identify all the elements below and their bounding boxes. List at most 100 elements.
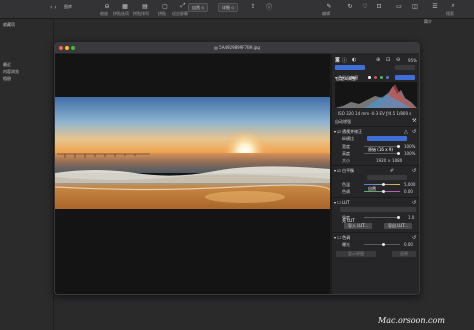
aspect-label: 纵横比	[342, 136, 354, 141]
view-mode-select[interactable]: 自然 ◇	[188, 3, 209, 12]
auto-enhance-label: 自动增强	[335, 119, 351, 124]
divider	[332, 165, 419, 166]
detail-select[interactable]: 详细 ◇	[218, 3, 239, 12]
width-label: 宽度	[342, 144, 350, 149]
reset-icon[interactable]: ↺	[412, 129, 416, 135]
toolbar-label: 拼贴排列	[133, 11, 149, 16]
exposure-label: 曝光	[342, 242, 350, 247]
nav-arrows-icon[interactable]: ‹ ›	[50, 4, 57, 11]
height-value: 100%	[404, 151, 416, 156]
info-icon[interactable]: ⓘ	[262, 2, 276, 11]
list-icon[interactable]: ☰	[428, 2, 442, 10]
sidebar-toggle-icon[interactable]: ◫	[408, 2, 422, 10]
zoom-in-icon[interactable]: ⊕	[376, 57, 380, 63]
tint-slider[interactable]	[364, 190, 400, 193]
slider-knob[interactable]	[382, 243, 385, 246]
panel-icon[interactable]: ▭	[392, 2, 406, 10]
photo-canvas[interactable]	[55, 54, 330, 294]
sidebar: 收藏项 最近 内容浏览 相册	[0, 19, 54, 330]
sidebar-title: 收藏项	[3, 22, 15, 27]
aspect-select-value: 原始 (16 x 9)	[368, 147, 393, 152]
sidebar-item-albums[interactable]: 相册	[3, 76, 11, 82]
histogram-mode-select[interactable]	[395, 75, 415, 80]
tile-arrange-icon[interactable]: ▤	[138, 2, 152, 10]
info-panel-title: 简介	[424, 19, 432, 24]
export-lut-button[interactable]: 导出 LUT...	[384, 223, 412, 229]
sidebar-item-browse[interactable]: 内容浏览	[3, 69, 19, 75]
toolbar-label: 搜索	[446, 11, 454, 16]
zoom-tool-icon[interactable]: ⊖	[100, 2, 114, 10]
red-channel-icon[interactable]	[374, 76, 377, 79]
tile-icon[interactable]: ▢	[158, 2, 172, 10]
divider	[332, 126, 419, 127]
revert-button[interactable]: 还原	[392, 251, 416, 257]
preset-menu[interactable]	[395, 65, 415, 70]
rotate-icon[interactable]: ↻	[343, 2, 357, 10]
zoom-out-icon[interactable]: ⊖	[396, 57, 400, 63]
fit-icon[interactable]: ⊡	[386, 57, 390, 63]
app-title: 图库	[64, 4, 72, 9]
green-channel-icon[interactable]	[380, 76, 383, 79]
search-icon[interactable]: ⌕	[446, 2, 460, 10]
toolbar-label: 编辑	[322, 11, 330, 16]
eyedropper-icon[interactable]: ✐	[390, 168, 394, 174]
preset-select[interactable]: 自定义调整	[335, 65, 365, 81]
toolbar-label: 拼贴选项	[113, 11, 129, 16]
import-lut-button[interactable]: 导入 LUT...	[344, 223, 372, 229]
tint-value: 0.00	[404, 189, 413, 194]
beach-sunset-photo	[55, 97, 330, 209]
edit-icon[interactable]: ✎	[322, 2, 336, 10]
share-icon[interactable]: ⇪	[246, 2, 260, 10]
tint-label: 色调	[342, 189, 350, 194]
temperature-slider[interactable]	[364, 183, 400, 186]
color-section-header[interactable]: ▾ ☐ 色调	[334, 235, 350, 241]
exposure-value: 0.00	[404, 242, 413, 247]
lut-intensity-slider[interactable]	[364, 216, 400, 219]
window-titlebar: ▤ 5A4929899F7B9.jpg	[55, 43, 419, 54]
blue-channel-icon[interactable]	[386, 76, 389, 79]
height-slider[interactable]	[364, 152, 400, 155]
show-original-button[interactable]: 显示原图	[336, 251, 376, 257]
image-editor-window: ▤ 5A4929899F7B9.jpg ◙ ⓘ ◐ ⊕ ⊡ ⊖ 95% 自定义调…	[54, 42, 420, 295]
luminance-dot-icon[interactable]	[368, 76, 371, 79]
slider-knob[interactable]	[382, 190, 385, 193]
slider-knob[interactable]	[397, 152, 400, 155]
zoom-level: 95%	[408, 58, 417, 63]
aspect-select[interactable]: 原始 (16 x 9)	[367, 136, 407, 152]
tile-options-icon[interactable]: ▦	[118, 2, 132, 10]
camera-icon[interactable]: ◙	[335, 57, 340, 63]
reset-icon[interactable]: ↺	[412, 168, 416, 174]
size-label: 大小	[342, 158, 350, 163]
slider-knob[interactable]	[397, 216, 400, 219]
size-value: 1920 × 1080	[376, 158, 403, 163]
app-toolbar: ‹ › 图库 ⊖ 缩放 ▦ 拼贴选项 ▤ 拼贴排列 ▢ 拼贴 ⤢ 适应屏幕 自然…	[0, 0, 474, 19]
temperature-label: 色温	[342, 182, 350, 187]
wb-mode-select[interactable]: 自然	[367, 175, 407, 191]
warning-icon: △	[404, 129, 408, 135]
lut-intensity-value: 1.0	[408, 215, 415, 220]
white-balance-header[interactable]: ▾ ☑ 白平衡	[334, 168, 354, 174]
exposure-slider[interactable]	[364, 243, 400, 246]
heart-icon[interactable]: ♡	[358, 2, 372, 10]
histogram-title: ▾ 色彩分布图	[335, 75, 359, 80]
slider-knob[interactable]	[382, 183, 385, 186]
lut-intensity-label: 强度	[342, 215, 350, 220]
divider	[332, 197, 419, 198]
lut-select[interactable]: 无 LUT	[340, 207, 416, 223]
crop-icon[interactable]: ⊡	[372, 2, 386, 10]
lens-section-header[interactable]: ▾ ☑ 透视并修正	[334, 129, 362, 135]
magic-wand-icon[interactable]: ⚒	[412, 118, 416, 124]
reset-icon[interactable]: ↺	[412, 235, 416, 241]
lut-section-header[interactable]: ▾ ☐ LUT	[334, 200, 350, 205]
adjustments-inspector: ◙ ⓘ ◐ ⊕ ⊡ ⊖ 95% 自定义调整 ▾ 色彩分布图 ISO 320 14…	[331, 54, 419, 294]
reset-icon[interactable]: ↺	[412, 200, 416, 206]
sidebar-item-recent[interactable]: 最近	[3, 62, 11, 68]
slider-knob[interactable]	[397, 145, 400, 148]
divider	[332, 232, 419, 233]
adjust-icon[interactable]: ◐	[352, 57, 356, 63]
window-title: ▤ 5A4929899F7B9.jpg	[55, 45, 419, 50]
toolbar-label: 适应屏幕	[172, 11, 188, 16]
info-icon[interactable]: ⓘ	[342, 57, 347, 64]
width-slider[interactable]	[364, 145, 400, 148]
host-right-panel: 简介	[420, 19, 474, 330]
